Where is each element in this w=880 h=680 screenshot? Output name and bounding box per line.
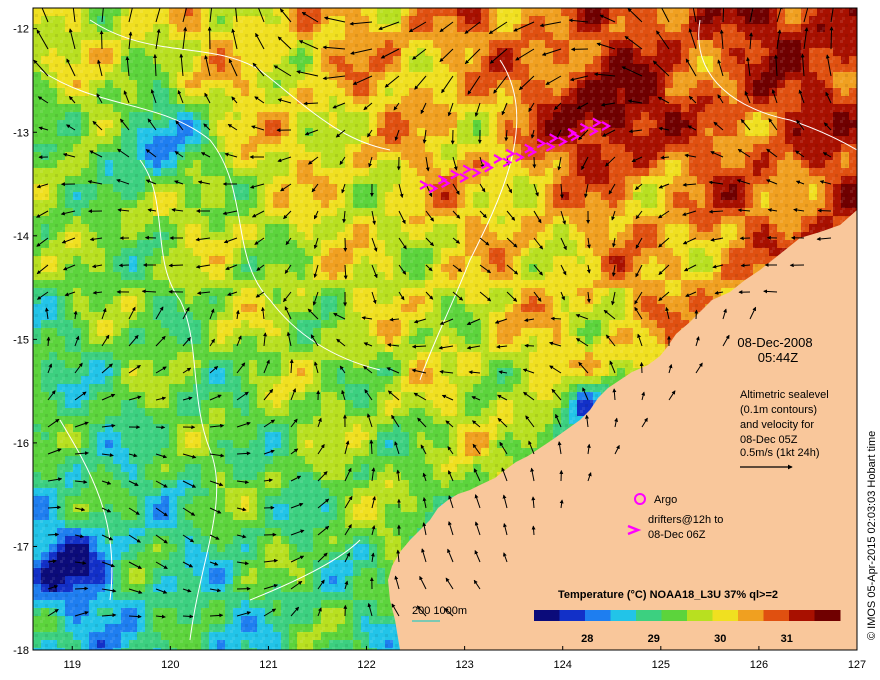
sst-map: -12-13-14-15-16-17-18 119 120 121 122 123 124… <box>13 7 866 671</box>
